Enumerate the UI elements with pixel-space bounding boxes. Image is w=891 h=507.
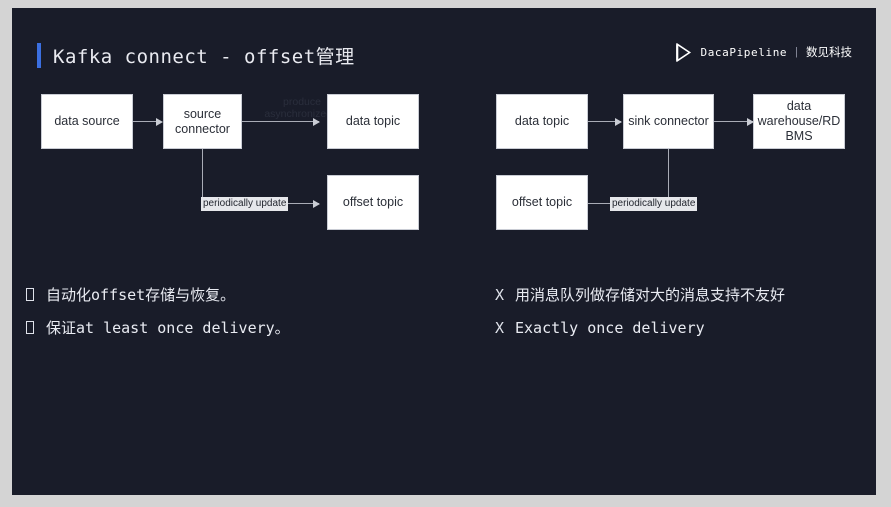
list-item-label: 保证at least once delivery。 <box>46 319 290 337</box>
node-label: data topic <box>345 114 401 128</box>
list-item-label: Exactly once delivery <box>515 319 705 337</box>
arrowhead-icon <box>313 200 320 208</box>
x-bullet-icon: X <box>495 286 505 304</box>
node-data-topic: data topic <box>327 94 419 149</box>
node-sink-connector: sink connector <box>623 94 714 149</box>
edge-label-periodically-update: periodically update <box>201 197 289 211</box>
logo-company-name: 数见科技 <box>806 47 852 59</box>
edge-label-periodically-update-right: periodically update <box>610 197 698 211</box>
list-item-label: 自动化offset存储与恢复。 <box>46 286 236 304</box>
node-data-warehouse: data warehouse/RD BMS <box>753 94 845 149</box>
bullet-list-right: X 用消息队列做存储对大的消息支持不友好 X Exactly once deli… <box>495 286 785 352</box>
arrowhead-icon <box>156 118 163 126</box>
node-label: sink connector <box>628 114 709 128</box>
list-item: X 用消息队列做存储对大的消息支持不友好 <box>495 286 785 305</box>
node-data-source: data source <box>41 94 133 149</box>
node-source-connector: source connector <box>163 94 242 149</box>
node-label: data warehouse/RD BMS <box>757 99 841 143</box>
node-offset-topic: offset topic <box>327 175 419 230</box>
edge-connector-down <box>202 149 203 203</box>
page-title: Kafka connect - offset管理 <box>37 39 355 71</box>
arrowhead-icon <box>615 118 622 126</box>
tofu-bullet-icon <box>26 318 46 336</box>
x-bullet-icon: X <box>495 319 505 337</box>
list-item: 保证at least once delivery。 <box>26 319 290 338</box>
brand-logo: DacaPipeline | 数见科技 <box>676 41 852 63</box>
node-label: source connector <box>175 106 230 136</box>
node-data-topic-right: data topic <box>496 94 588 149</box>
node-label: data topic <box>514 114 570 128</box>
list-item: 自动化offset存储与恢复。 <box>26 286 290 305</box>
tofu-bullet-icon <box>26 285 46 303</box>
slide-canvas: Kafka connect - offset管理 DacaPipeline | … <box>12 8 876 495</box>
list-item: X Exactly once delivery <box>495 319 785 338</box>
edge-connector-to-topic <box>242 121 319 122</box>
title-label: Kafka connect - offset管理 <box>53 45 355 68</box>
logo-product-name: DacaPipeline <box>700 45 788 59</box>
node-offset-topic-right: offset topic <box>496 175 588 230</box>
title-accent-bar <box>37 42 41 68</box>
logo-separator: | <box>795 46 798 58</box>
edge-sink-down <box>668 149 669 203</box>
bullet-list-left: 自动化offset存储与恢复。 保证at least once delivery… <box>26 286 290 352</box>
node-label: data source <box>54 114 120 128</box>
node-label: offset topic <box>511 195 573 209</box>
list-item-label: 用消息队列做存储对大的消息支持不友好 <box>515 286 786 304</box>
node-label: offset topic <box>342 195 404 209</box>
play-arrow-outline-icon <box>676 42 692 62</box>
